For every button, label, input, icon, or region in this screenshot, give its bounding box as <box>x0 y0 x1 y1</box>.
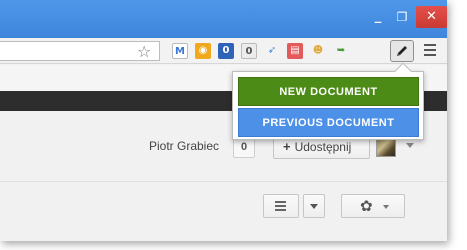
browser-toolbar: ☆ M ◉ 0 0 ➶ ▤ ☻ ➥ <box>0 38 447 64</box>
close-button[interactable]: ✕ <box>416 6 447 28</box>
gmail-icon[interactable]: M <box>172 43 188 59</box>
calendar-icon[interactable]: ◉ <box>195 43 211 59</box>
cookie-icon[interactable]: ☻ <box>310 43 326 59</box>
count-badge-icon[interactable]: 0 <box>218 43 234 59</box>
menu-icon[interactable] <box>424 44 436 56</box>
settings-button[interactable]: ✿ <box>341 194 405 218</box>
notes-icon[interactable]: ▤ <box>287 43 303 59</box>
gray-badge-icon[interactable]: 0 <box>241 43 257 59</box>
document-menu: NEW DOCUMENT PREVIOUS DOCUMENT <box>232 62 424 140</box>
list-view-button[interactable] <box>263 194 299 218</box>
user-name[interactable]: Piotr Grabiec <box>149 139 219 153</box>
gear-icon: ✿ <box>360 197 373 215</box>
pencil-extension-button[interactable] <box>390 40 414 62</box>
title-bar: _ ❐ ✕ <box>0 0 447 38</box>
divider <box>0 181 447 182</box>
share-label: Udostępnij <box>294 140 352 154</box>
browser-window: _ ❐ ✕ ☆ M ◉ 0 0 ➶ ▤ ☻ ➥ Piotr Grabiec 0 + Udostę… <box>0 0 447 241</box>
address-bar[interactable]: ☆ <box>0 41 160 61</box>
view-options-dropdown[interactable] <box>303 194 325 218</box>
chevron-down-icon <box>310 204 318 209</box>
previous-document-button[interactable]: PREVIOUS DOCUMENT <box>238 108 419 137</box>
plus-icon: + <box>283 139 291 154</box>
avatar[interactable] <box>376 137 396 157</box>
chevron-down-icon <box>383 205 389 209</box>
maximize-button[interactable]: ❐ <box>391 6 413 28</box>
minimize-button[interactable]: _ <box>367 6 389 28</box>
new-document-button[interactable]: NEW DOCUMENT <box>238 77 419 106</box>
list-icon <box>275 201 298 211</box>
chevron-down-icon[interactable] <box>406 143 414 148</box>
bird-icon[interactable]: ➶ <box>264 43 280 59</box>
pencil-icon <box>397 46 407 56</box>
send-icon[interactable]: ➥ <box>333 43 349 59</box>
star-icon[interactable]: ☆ <box>137 43 151 61</box>
